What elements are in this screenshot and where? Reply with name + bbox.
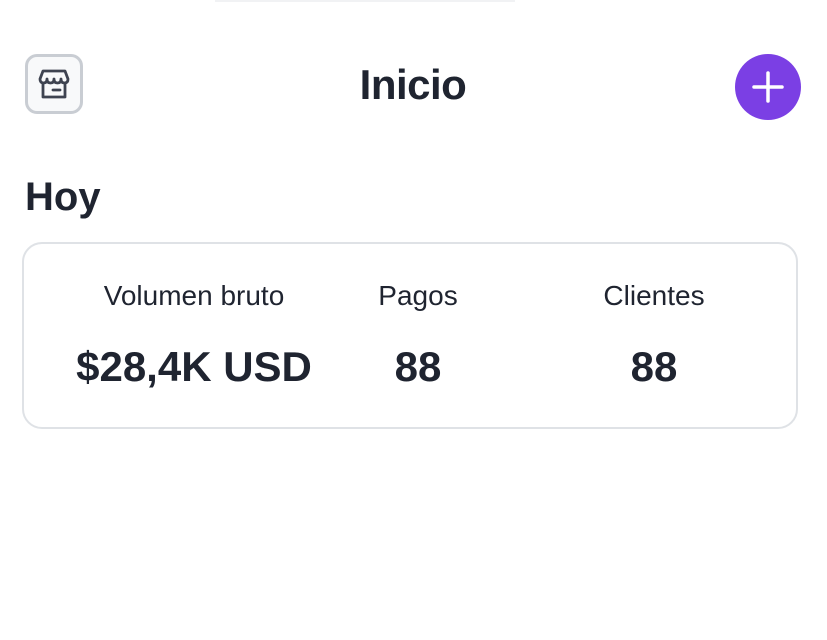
stat-value: $28,4K USD bbox=[76, 343, 312, 390]
stat-gross-volume: Volumen bruto $28,4K USD bbox=[44, 244, 344, 427]
plus-icon bbox=[752, 71, 784, 103]
stat-value: 88 bbox=[630, 343, 678, 390]
stat-payments: Pagos 88 bbox=[318, 244, 518, 427]
stat-label: Volumen bruto bbox=[103, 280, 285, 311]
top-divider bbox=[215, 0, 515, 2]
stat-label: Pagos bbox=[378, 280, 458, 311]
stat-customers: Clientes 88 bbox=[554, 244, 754, 427]
app-header: Inicio bbox=[25, 54, 801, 120]
page-title: Inicio bbox=[359, 61, 467, 108]
add-button[interactable] bbox=[735, 54, 801, 120]
stat-label: Clientes bbox=[603, 280, 705, 311]
today-stats-card[interactable]: Volumen bruto $28,4K USD Pagos 88 Client… bbox=[22, 242, 798, 429]
section-title-today: Hoy bbox=[25, 175, 101, 219]
stat-value: 88 bbox=[394, 343, 442, 390]
